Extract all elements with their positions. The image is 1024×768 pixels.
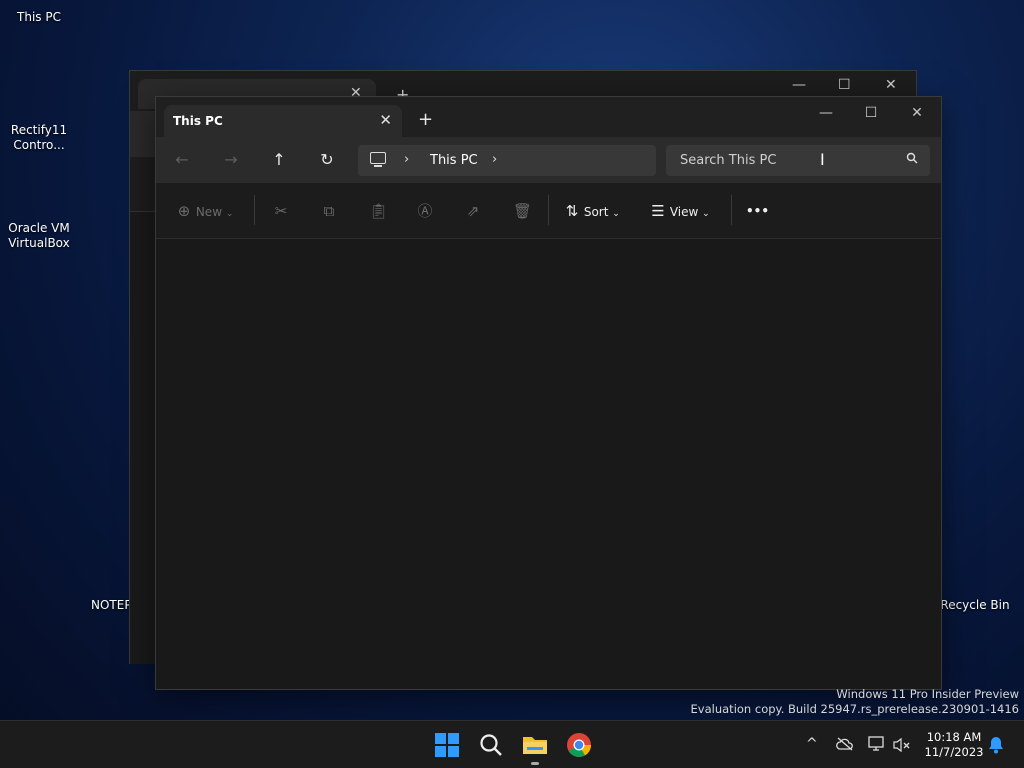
desktop-icon-recycle-bin[interactable]: Recycle Bin (935, 598, 1015, 613)
desktop-icon-rectify11[interactable]: Rectify11 Contro... (0, 108, 79, 153)
sort-button[interactable]: ⇅ Sort ⌄ (564, 201, 620, 221)
rename-button[interactable]: Ⓐ (417, 201, 433, 221)
tab-this-pc[interactable]: This PC ✕ (164, 105, 402, 137)
taskbar: ^ 10:18 AM 11/7/2023 (0, 720, 1024, 768)
desktop-icon-label: Oracle VM VirtualBox (8, 221, 70, 250)
up-button[interactable]: ↑ (265, 148, 293, 172)
copy-button[interactable]: ⧉ (321, 201, 337, 221)
maximize-button[interactable]: ☐ (848, 101, 894, 125)
onedrive-offline-icon[interactable] (836, 737, 854, 751)
desktop-icon-label: Recycle Bin (940, 598, 1010, 612)
trash-icon: 🗑︎ (513, 202, 533, 220)
delete-button[interactable]: 🗑︎ (513, 201, 533, 221)
start-windows-icon[interactable] (433, 731, 461, 759)
new-button[interactable]: ⊕ New ⌄ (176, 201, 234, 221)
minimize-icon[interactable]: — (792, 77, 806, 93)
file-explorer-window[interactable]: This PC ✕ + — ☐ ✕ ← → ↑ ↻ › This PC › Se… (155, 96, 942, 690)
background-content (130, 211, 156, 664)
cut-button[interactable]: ✂ (273, 201, 289, 221)
desktop-icon-label: Rectify11 Contro... (10, 123, 68, 152)
clipboard-icon: 📋︎ (369, 202, 389, 220)
rename-icon: Ⓐ (417, 202, 433, 220)
view-list-icon: ☰ (651, 202, 665, 220)
background-navbar (130, 111, 156, 157)
command-bar: ⊕ New ⌄ ✂ ⧉ 📋︎ Ⓐ ⇗ 🗑︎ ⇅ Sort ⌄ ☰ View ⌄ … (156, 183, 941, 239)
more-options-button[interactable]: ••• (746, 201, 769, 221)
close-button[interactable]: ✕ (894, 101, 940, 125)
desktop-icon-label: This PC (17, 10, 61, 24)
back-button[interactable]: ← (168, 148, 196, 172)
chevron-right-icon[interactable]: › (404, 152, 409, 167)
toolbar-divider (548, 195, 549, 225)
volume-muted-icon[interactable] (893, 737, 911, 753)
chevron-down-icon: ⌄ (702, 209, 710, 219)
text-cursor-icon: I (820, 150, 825, 169)
address-bar[interactable]: › This PC › (358, 145, 656, 176)
title-bar[interactable]: This PC ✕ + — ☐ ✕ (156, 97, 941, 137)
tab-title: This PC (173, 114, 223, 128)
scissors-icon: ✂ (274, 202, 288, 220)
show-hidden-icons-chevron[interactable]: ^ (806, 736, 818, 752)
search-icon[interactable] (477, 731, 505, 759)
clock-date: 11/7/2023 (924, 745, 984, 759)
plus-circle-icon: ⊕ (177, 202, 191, 220)
navigation-bar: ← → ↑ ↻ › This PC › Search This PC I (156, 137, 941, 183)
chrome-icon[interactable] (565, 731, 593, 759)
network-icon[interactable] (868, 736, 886, 752)
search-box[interactable]: Search This PC I (666, 145, 930, 176)
chevron-down-icon: ⌄ (225, 209, 234, 219)
desktop-icon-virtualbox[interactable]: Oracle VM VirtualBox (0, 206, 79, 251)
minimize-button[interactable]: — (803, 101, 849, 125)
view-label: View (669, 205, 699, 219)
file-explorer-icon[interactable] (521, 731, 549, 759)
new-tab-button[interactable]: + (418, 109, 433, 130)
chevron-down-icon: ⌄ (612, 209, 620, 219)
view-button[interactable]: ☰ View ⌄ (650, 201, 710, 221)
forward-button[interactable]: → (217, 148, 245, 172)
share-icon: ⇗ (466, 202, 480, 220)
paste-button[interactable]: 📋︎ (369, 201, 389, 221)
clock-time: 10:18 AM (926, 730, 982, 744)
toolbar-divider (254, 195, 255, 225)
active-app-indicator (531, 762, 539, 765)
clock[interactable]: 10:18 AM 11/7/2023 (920, 730, 988, 760)
file-list-area[interactable] (156, 239, 941, 689)
desktop-icon-this-pc[interactable]: This PC (0, 10, 79, 25)
search-icon[interactable] (906, 152, 918, 164)
copy-icon: ⧉ (323, 202, 335, 220)
windows-edition-watermark: Windows 11 Pro Insider Preview (836, 687, 1019, 701)
this-pc-icon[interactable] (370, 152, 386, 167)
maximize-icon[interactable]: ☐ (838, 77, 851, 93)
new-label: New (195, 205, 223, 219)
search-placeholder: Search This PC (680, 153, 777, 168)
sort-label: Sort (583, 205, 609, 219)
toolbar-divider (731, 195, 732, 225)
breadcrumb-this-pc[interactable]: This PC (430, 153, 478, 168)
build-watermark: Evaluation copy. Build 25947.rs_prerelea… (690, 702, 1019, 716)
notification-bell-icon[interactable] (988, 736, 1004, 754)
chevron-right-icon[interactable]: › (492, 152, 497, 167)
sort-icon: ⇅ (565, 202, 579, 220)
share-button[interactable]: ⇗ (465, 201, 481, 221)
close-icon[interactable]: ✕ (885, 77, 897, 93)
refresh-button[interactable]: ↻ (313, 148, 341, 172)
close-tab-icon[interactable]: ✕ (379, 111, 392, 129)
